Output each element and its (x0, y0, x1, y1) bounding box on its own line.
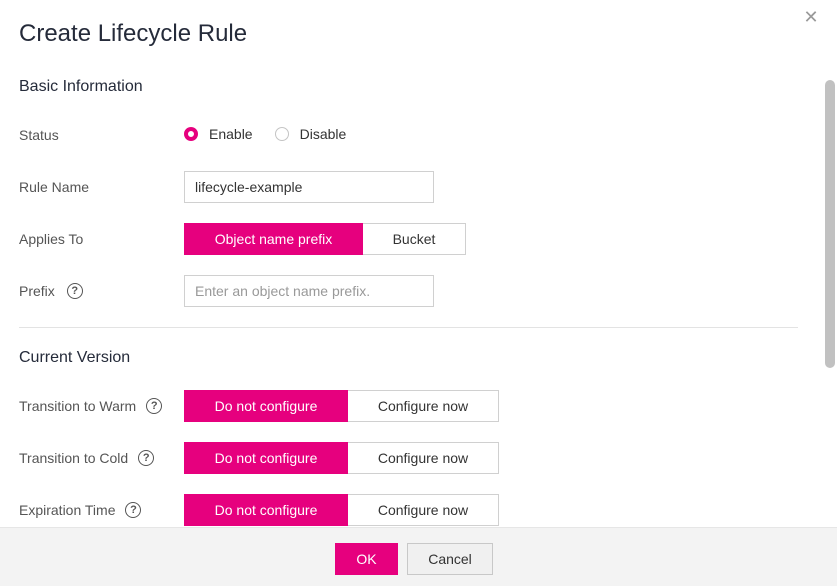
rule-name-label: Rule Name (19, 179, 89, 195)
status-label-text: Status (19, 127, 59, 143)
applies-to-option-bucket[interactable]: Bucket (363, 223, 466, 255)
dialog-footer: OK Cancel (0, 527, 837, 586)
rule-name-label-text: Rule Name (19, 179, 90, 195)
transition-cold-option-do-not-configure[interactable]: Do not configure (184, 442, 348, 474)
status-radio-enable[interactable]: Enable (184, 126, 253, 142)
status-label: Status (19, 127, 59, 143)
transition-cold-label: Transition to Cold ? (19, 450, 155, 466)
transition-warm-option-do-not-configure[interactable]: Do not configure (184, 390, 348, 422)
status-radio-disable[interactable]: Disable (274, 126, 347, 142)
section-title-current-version: Current Version (19, 349, 131, 366)
expiration-time-label-text: Expiration Time (19, 502, 116, 518)
transition-warm-segmented-control: Do not configure Configure now (184, 390, 499, 422)
transition-warm-label-text: Transition to Warm (19, 398, 137, 414)
applies-to-label-text: Applies To (19, 231, 84, 247)
section-title-basic-information: Basic Information (19, 78, 143, 95)
section-divider (19, 327, 798, 328)
ok-button[interactable]: OK (335, 543, 398, 575)
transition-cold-label-text: Transition to Cold (19, 450, 129, 466)
expiration-time-label: Expiration Time ? (19, 502, 142, 518)
question-circle-icon[interactable]: ? (138, 450, 155, 466)
rule-name-input[interactable] (184, 171, 434, 203)
transition-warm-option-configure-now[interactable]: Configure now (348, 390, 499, 422)
question-circle-icon[interactable]: ? (146, 398, 163, 414)
expiration-time-segmented-control: Do not configure Configure now (184, 494, 499, 526)
question-circle-icon[interactable]: ? (66, 283, 83, 299)
transition-cold-option-configure-now[interactable]: Configure now (348, 442, 499, 474)
create-lifecycle-rule-dialog: Create Lifecycle Rule ✕ Basic Informatio… (0, 0, 837, 586)
status-radio-enable-label: Enable (209, 126, 253, 142)
expiration-option-configure-now[interactable]: Configure now (348, 494, 499, 526)
applies-to-segmented-control: Object name prefix Bucket (184, 223, 466, 255)
dialog-title: Create Lifecycle Rule (19, 20, 248, 47)
prefix-input[interactable] (184, 275, 434, 307)
transition-warm-label: Transition to Warm ? (19, 398, 163, 414)
applies-to-option-object-name-prefix[interactable]: Object name prefix (184, 223, 363, 255)
close-icon[interactable]: ✕ (803, 8, 819, 26)
question-circle-icon[interactable]: ? (125, 502, 142, 518)
radio-checked-icon (184, 127, 198, 141)
radio-unchecked-icon (274, 127, 289, 141)
scrollbar-thumb[interactable] (825, 80, 835, 368)
expiration-option-do-not-configure[interactable]: Do not configure (184, 494, 348, 526)
prefix-label: Prefix ? (19, 283, 83, 299)
transition-cold-segmented-control: Do not configure Configure now (184, 442, 499, 474)
status-radio-group: Enable Disable (184, 126, 368, 142)
prefix-label-text: Prefix (19, 283, 55, 299)
status-radio-disable-label: Disable (299, 126, 347, 142)
applies-to-label: Applies To (19, 231, 83, 247)
cancel-button[interactable]: Cancel (407, 543, 493, 575)
